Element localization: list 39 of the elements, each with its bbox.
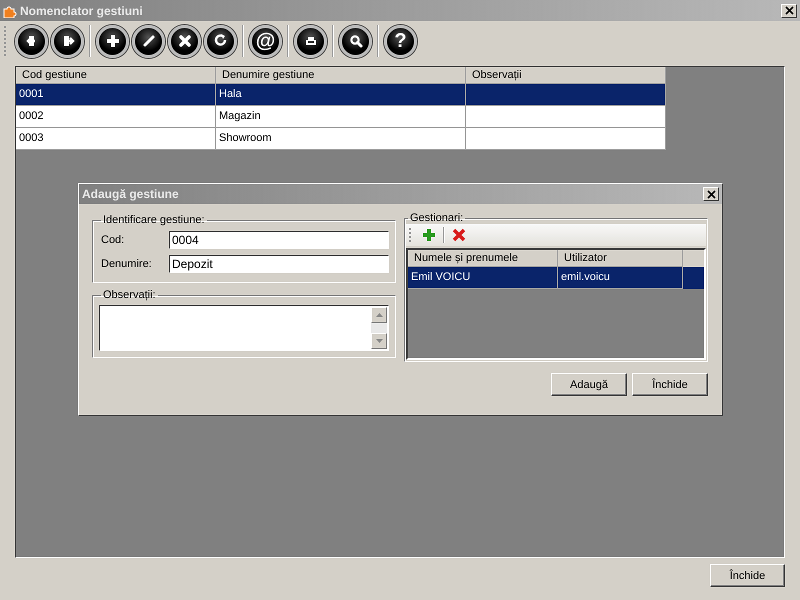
toolbar-button[interactable]: @ bbox=[249, 24, 282, 58]
close-button[interactable]: Închide bbox=[710, 564, 785, 587]
plus-icon bbox=[422, 228, 436, 242]
dialog-button[interactable]: Adaugă bbox=[551, 373, 627, 396]
search-button[interactable] bbox=[339, 24, 372, 58]
delete-button[interactable] bbox=[168, 24, 201, 58]
refresh-button[interactable] bbox=[204, 24, 237, 58]
edit-button[interactable] bbox=[132, 24, 165, 58]
table-row[interactable]: 0003 Showroom bbox=[16, 128, 666, 150]
scrollbar[interactable] bbox=[371, 307, 387, 349]
input-field[interactable]: Depozit bbox=[169, 255, 389, 273]
window-title: Nomenclator gestiuni bbox=[20, 4, 144, 18]
add-button[interactable] bbox=[96, 24, 129, 58]
toolbar-button[interactable] bbox=[51, 24, 84, 58]
table-cell: emil.voicu bbox=[558, 267, 683, 289]
x-icon bbox=[452, 228, 466, 242]
text-area[interactable] bbox=[99, 305, 389, 351]
table-row[interactable]: Emil VOICU emil.voicu bbox=[408, 267, 704, 289]
table-row[interactable]: 0002 Magazin bbox=[16, 106, 666, 128]
toolbar-button[interactable]: ? bbox=[384, 24, 417, 58]
puzzle-icon bbox=[3, 4, 17, 18]
group-label: Identificare gestiune: bbox=[102, 214, 206, 226]
dialog-title: Adaugă gestiune bbox=[82, 187, 180, 201]
field-label: Denumire: bbox=[100, 258, 153, 270]
table-cell: Emil VOICU bbox=[408, 267, 558, 289]
table-cell: 0003 bbox=[16, 128, 216, 150]
group-label: Observații: bbox=[102, 289, 157, 301]
field-label: Cod: bbox=[100, 234, 126, 246]
input-field[interactable]: 0004 bbox=[169, 231, 389, 249]
close-button[interactable] bbox=[781, 4, 797, 18]
group-label: Gestionari: bbox=[409, 212, 464, 224]
close-icon bbox=[784, 6, 794, 15]
toolbar-button[interactable] bbox=[294, 24, 327, 58]
table-row[interactable]: 0001 Hala bbox=[16, 84, 666, 106]
close-icon bbox=[706, 190, 716, 198]
dialog-button[interactable]: Închide bbox=[632, 373, 708, 396]
toolbar-button[interactable] bbox=[15, 24, 48, 58]
table-cell: Showroom bbox=[216, 128, 466, 150]
close-button[interactable] bbox=[703, 187, 719, 201]
